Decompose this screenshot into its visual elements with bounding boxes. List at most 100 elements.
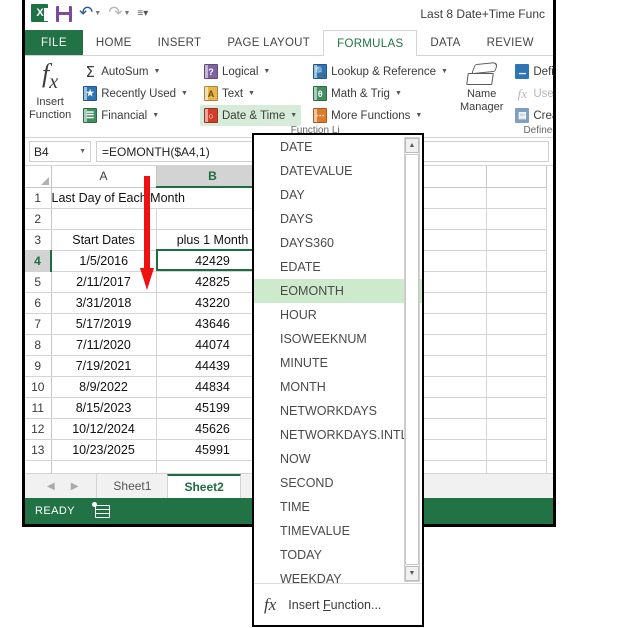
cell-a6[interactable]: 3/31/2018 [51,292,157,314]
row-header-9[interactable]: 9 [25,355,52,377]
cell-f11[interactable] [486,397,547,419]
redo-button[interactable]: ↷ ▼ [108,4,130,22]
cell-f12[interactable] [486,418,547,440]
cell-a13[interactable]: 10/23/2025 [51,439,157,461]
undo-button[interactable]: ↶ ▼ [79,4,101,22]
tab-review[interactable]: REVIEW [474,30,547,55]
cell-a1[interactable]: Last Day of Each Month [51,187,270,209]
tab-formulas[interactable]: FORMULAS [323,30,418,56]
customize-qat-button[interactable]: ≡▾ [137,8,148,19]
text-button[interactable]: A Text ▼ [200,83,301,104]
cell-a3[interactable]: Start Dates [51,229,157,251]
math-and-trig-button[interactable]: θ Math & Trig ▼ [309,83,452,104]
scrollbar-thumb[interactable] [405,154,419,565]
row-header-7[interactable]: 7 [25,313,52,335]
excel-logo-icon: X [31,4,49,22]
scroll-down-icon[interactable]: ▼ [405,566,419,581]
define-name-button[interactable]: ⚊ Defin [511,61,553,82]
financial-button[interactable]: ☰ Financial ▼ [79,105,192,126]
row-header-12[interactable]: 12 [25,418,52,440]
menu-item-second[interactable]: SECOND [254,471,422,495]
recently-used-button[interactable]: ★ Recently Used ▼ [79,83,192,104]
row-header-10[interactable]: 10 [25,376,52,398]
sheet-tab-sheet1[interactable]: Sheet1 [96,474,167,498]
cell-f10[interactable] [486,376,547,398]
cell-a7[interactable]: 5/17/2019 [51,313,157,335]
ribbon-body: fx Insert Function Σ AutoSum ▼ ★ Recentl… [25,56,553,138]
menu-item-isoweeknum[interactable]: ISOWEEKNUM [254,327,422,351]
financial-label: Financial [101,109,148,122]
tab-insert[interactable]: INSERT [145,30,215,55]
create-from-selection-button[interactable]: ▤ Creat [511,105,553,126]
cell-f13[interactable] [486,439,547,461]
logical-button[interactable]: ? Logical ▼ [200,61,301,82]
column-header-f[interactable] [486,166,547,188]
menu-item-now[interactable]: NOW [254,447,422,471]
row-header-5[interactable]: 5 [25,271,52,293]
date-and-time-button[interactable]: ○ Date & Time ▼ [199,105,302,126]
menu-item-minute[interactable]: MINUTE [254,351,422,375]
sheet-nav-prev-icon[interactable]: ◀ [47,481,55,492]
row-header-13[interactable]: 13 [25,439,52,461]
menu-item-time[interactable]: TIME [254,495,422,519]
insert-function-button[interactable]: fx Insert Function [25,56,75,137]
cell-a12[interactable]: 10/12/2024 [51,418,157,440]
column-header-a[interactable]: A [51,166,157,188]
cell-f5[interactable] [486,271,547,293]
row-header-8[interactable]: 8 [25,334,52,356]
row-header-1[interactable]: 1 [25,187,52,209]
menu-item-hour[interactable]: HOUR [254,303,422,327]
cell-f3[interactable] [486,229,547,251]
lookup-and-reference-button[interactable]: 🔍 Lookup & Reference ▼ [309,61,452,82]
row-header-3[interactable]: 3 [25,229,52,251]
save-icon[interactable] [56,5,72,22]
cell-f6[interactable] [486,292,547,314]
menu-item-days360[interactable]: DAYS360 [254,231,422,255]
row-header-2[interactable]: 2 [25,208,52,230]
cell-a2[interactable] [51,208,157,230]
cell-f8[interactable] [486,334,547,356]
cell-a8[interactable]: 7/11/2020 [51,334,157,356]
sheet-nav-next-icon[interactable]: ▶ [71,481,79,492]
menu-item-networkdays[interactable]: NETWORKDAYS [254,399,422,423]
select-all-corner[interactable] [25,166,52,188]
menu-item-networkdays-intl[interactable]: NETWORKDAYS.INTL [254,423,422,447]
tab-page-layout[interactable]: PAGE LAYOUT [214,30,323,55]
menu-item-today[interactable]: TODAY [254,543,422,567]
menu-item-date[interactable]: DATE [254,135,422,159]
row-header-4[interactable]: 4 [25,250,52,272]
name-box[interactable]: B4 ▼ [29,141,91,162]
menu-item-days[interactable]: DAYS [254,207,422,231]
menu-item-eomonth[interactable]: EOMONTH [254,279,422,303]
menu-item-timevalue[interactable]: TIMEVALUE [254,519,422,543]
cell-a9[interactable]: 7/19/2021 [51,355,157,377]
text-icon: A [203,86,218,101]
tab-home[interactable]: HOME [83,30,145,55]
cell-a5[interactable]: 2/11/2017 [51,271,157,293]
sheet-tab-sheet2[interactable]: Sheet2 [167,474,241,498]
menu-item-edate[interactable]: EDATE [254,255,422,279]
cell-f2[interactable] [486,208,547,230]
tab-file[interactable]: FILE [25,30,83,55]
cell-f9[interactable] [486,355,547,377]
row-header-11[interactable]: 11 [25,397,52,419]
tab-data[interactable]: DATA [417,30,473,55]
name-manager-button[interactable]: Name Manager [456,56,507,137]
cell-a10[interactable]: 8/9/2022 [51,376,157,398]
cell-f7[interactable] [486,313,547,335]
dropdown-scrollbar[interactable]: ▲ ▼ [404,137,420,582]
cell-f1[interactable] [486,187,547,209]
menu-item-datevalue[interactable]: DATEVALUE [254,159,422,183]
cell-f4[interactable] [486,250,547,272]
use-in-formula-label: Use in [533,87,554,100]
autosum-button[interactable]: Σ AutoSum ▼ [79,61,192,82]
insert-function-menu-item[interactable]: fx Insert Function... [254,584,422,625]
cell-a11[interactable]: 8/15/2023 [51,397,157,419]
menu-item-month[interactable]: MONTH [254,375,422,399]
sheet-view-icon[interactable] [91,501,110,518]
more-functions-button[interactable]: ⋯ More Functions ▼ [309,105,452,126]
cell-a4[interactable]: 1/5/2016 [51,250,157,272]
menu-item-day[interactable]: DAY [254,183,422,207]
scroll-up-icon[interactable]: ▲ [405,138,419,153]
row-header-6[interactable]: 6 [25,292,52,314]
